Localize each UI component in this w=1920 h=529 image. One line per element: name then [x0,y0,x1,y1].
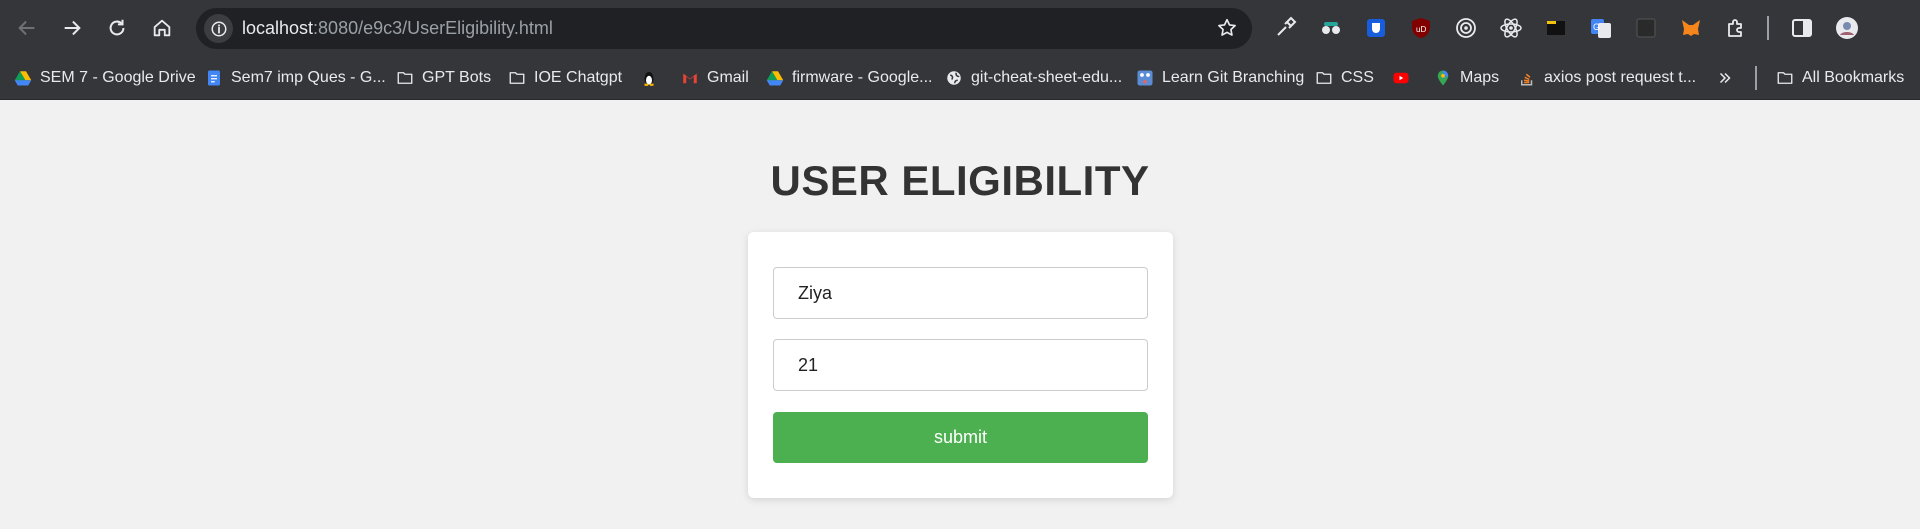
bookmark-folder[interactable]: GPT Bots [396,66,491,90]
side-panel-icon[interactable] [1788,14,1816,42]
bookmark-label: firmware - Google... [792,69,933,86]
folder-icon [1315,69,1333,87]
bookmark-item[interactable]: axios post request t... [1518,66,1696,90]
bookmark-item[interactable]: SEM 7 - Google Drive [14,66,196,90]
extensions-puzzle-icon[interactable] [1722,14,1750,42]
eligibility-form: submit [748,232,1173,498]
folder-icon [396,69,414,87]
bookmark-item[interactable]: Maps [1434,66,1499,90]
bookmark-item[interactable]: Sem7 imp Ques - G... [205,66,386,90]
reload-button[interactable] [101,12,133,44]
dark-theme-extension-icon[interactable] [1632,14,1660,42]
bookmark-label: IOE Chatgpt [534,69,623,86]
bookmark-item[interactable]: Learn Git Branching [1136,66,1304,90]
react-devtools-icon[interactable] [1497,14,1525,42]
forward-arrow-icon [64,20,81,36]
more-bookmarks-button[interactable] [1716,66,1734,90]
chevron-double-right-icon [1716,69,1734,87]
svg-text:G: G [1593,22,1600,32]
bookmark-item[interactable]: firmware - Google... [766,66,932,90]
back-arrow-icon [18,20,35,36]
toolbar-separator [1767,16,1769,40]
folder-icon [508,69,526,87]
forward-button[interactable] [56,12,88,44]
terminal-extension-icon[interactable] [1542,14,1570,42]
google-maps-icon [1434,69,1452,87]
youtube-icon [1392,69,1410,87]
folder-icon [1776,69,1794,87]
url-path: :8080/e9c3/UserEligibility.html [313,18,553,38]
home-icon [153,19,171,37]
linux-penguin-icon [640,69,658,87]
home-button[interactable] [146,12,178,44]
url-host: localhost [242,18,314,38]
bookmark-label: Learn Git Branching [1162,69,1305,86]
metamask-icon[interactable] [1677,14,1705,42]
eyedropper-extension-icon[interactable] [1271,14,1299,42]
google-drive-icon [766,69,784,87]
bookmark-item[interactable]: Gmail [681,66,749,90]
target-extension-icon[interactable] [1452,14,1480,42]
bookmarks-separator [1755,66,1757,90]
bookmark-folder[interactable]: IOE Chatgpt [508,66,622,90]
submit-button[interactable]: submit [773,412,1148,463]
address-bar[interactable]: localhost:8080/e9c3/UserEligibility.html [196,8,1252,49]
name-input[interactable] [773,267,1148,319]
bookmark-label: SEM 7 - Google Drive [40,69,196,86]
git-branching-icon [1136,69,1154,87]
all-bookmarks-button[interactable]: All Bookmarks [1776,66,1904,90]
google-translate-icon[interactable]: G [1587,14,1615,42]
google-drive-icon [14,69,32,87]
page-title: USER ELIGIBILITY [770,157,1150,204]
bookmark-label: Maps [1460,69,1500,86]
bookmark-label: GPT Bots [422,69,492,86]
ublock-extension-icon[interactable]: uD [1407,14,1435,42]
bookmark-label: Gmail [707,69,749,86]
back-button[interactable] [11,12,43,44]
stackoverflow-icon [1518,69,1536,87]
globe-icon [945,69,963,87]
url-text[interactable]: localhost:8080/e9c3/UserEligibility.html [242,18,553,39]
bookmark-label: CSS [1341,69,1374,86]
svg-text:uD: uD [1416,25,1426,34]
all-bookmarks-label: All Bookmarks [1802,69,1905,86]
bookmark-star-icon[interactable] [1216,17,1238,39]
bookmark-folder[interactable]: CSS [1315,66,1374,90]
bookmark-item[interactable]: git-cheat-sheet-edu... [945,66,1122,90]
bookmark-label: axios post request t... [1544,69,1697,86]
spy-glasses-extension-icon[interactable] [1317,14,1345,42]
google-docs-icon [205,69,223,87]
age-input[interactable] [773,339,1148,391]
browser-toolbar: localhost:8080/e9c3/UserEligibility.html… [0,0,1920,56]
bookmarks-bar: SEM 7 - Google Drive Sem7 imp Ques - G..… [0,56,1920,100]
bitwarden-extension-icon[interactable] [1362,14,1390,42]
gmail-icon [681,69,699,87]
profile-avatar[interactable] [1833,14,1861,42]
bookmark-label: Sem7 imp Ques - G... [231,69,386,86]
bookmark-item[interactable] [1392,66,1410,90]
bookmark-item[interactable] [640,66,658,90]
site-info-icon[interactable] [204,14,233,43]
reload-icon [109,19,125,36]
bookmark-label: git-cheat-sheet-edu... [971,69,1123,86]
